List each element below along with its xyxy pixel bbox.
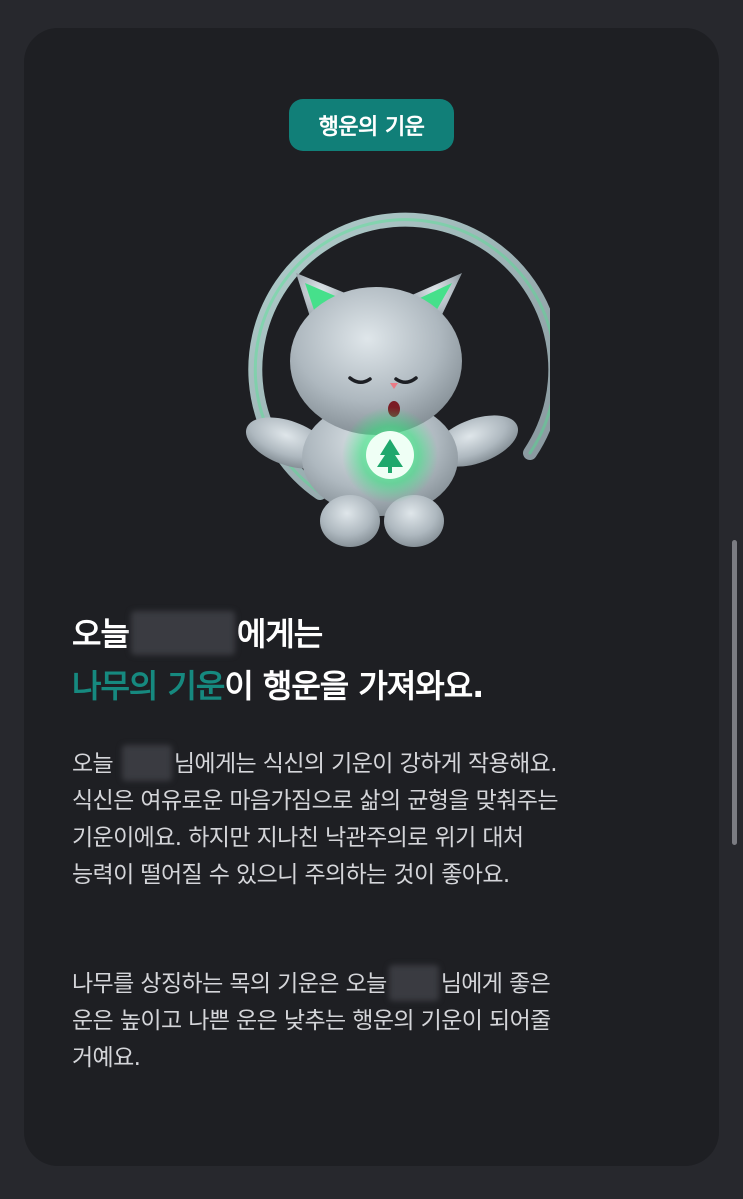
redacted-username	[121, 744, 172, 781]
fortune-card: 행운의 기운 오늘 에게는 나무의 기운이 행운을 가져와요. 오늘 님에게는 …	[24, 28, 719, 1166]
heading-line-1: 오늘 에게는	[72, 608, 692, 660]
fortune-description-2: 나무를 상징하는 목의 기운은 오늘 님에게 좋은 운은 높이고 나쁜 운은 낮추…	[72, 964, 692, 1077]
mascot-cat-illustration	[245, 212, 550, 547]
fortune-heading: 오늘 에게는 나무의 기운이 행운을 가져와요.	[72, 608, 692, 712]
vertical-scrollbar[interactable]	[732, 540, 737, 845]
redacted-username	[130, 611, 235, 655]
badge-luck-energy: 행운의 기운	[289, 99, 454, 151]
fortune-description-1: 오늘 님에게는 식신의 기운이 강하게 작용해요. 식신은 여유로운 마음가짐으…	[72, 744, 692, 894]
heading-line-2: 나무의 기운이 행운을 가져와요.	[72, 667, 484, 705]
redacted-username	[388, 964, 439, 1001]
highlight-wood-energy: 나무의 기운	[72, 667, 225, 705]
